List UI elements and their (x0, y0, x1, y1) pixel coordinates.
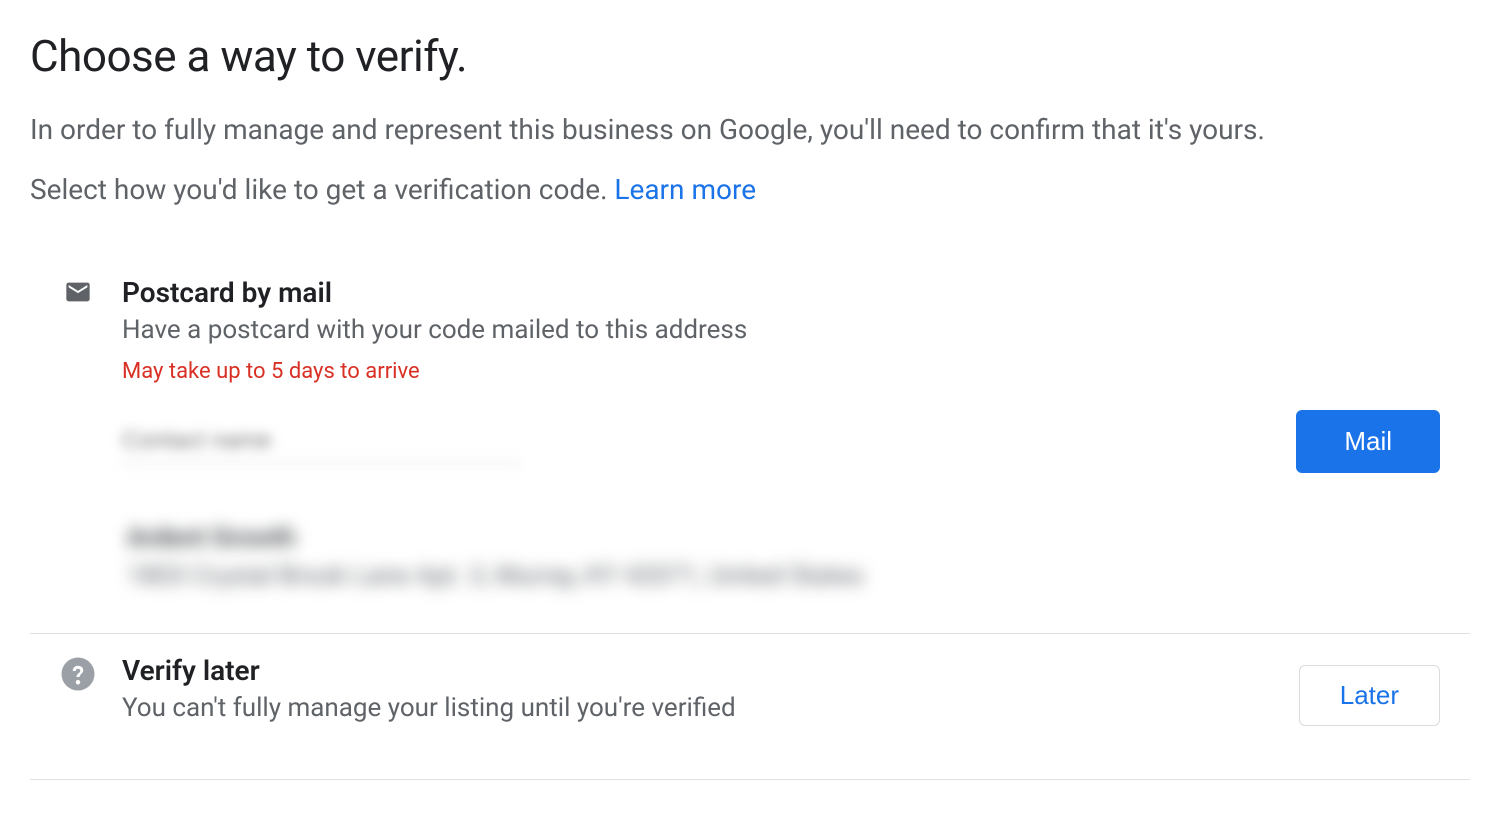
page-subtitle: In order to fully manage and represent t… (30, 110, 1470, 149)
address-block: Ardent Growth 1803 Crystal Brook Lane Ap… (127, 523, 1470, 591)
postcard-description: Have a postcard with your code mailed to… (122, 315, 1470, 345)
postcard-input-row: Mail (122, 410, 1470, 473)
instruction-label: Select how you'd like to get a verificat… (30, 173, 614, 206)
page-title: Choose a way to verify. (30, 30, 1470, 82)
postcard-option: Postcard by mail Have a postcard with yo… (30, 256, 1470, 611)
divider-bottom (30, 779, 1470, 780)
mail-icon (60, 278, 96, 314)
question-icon (60, 656, 96, 692)
mail-button[interactable]: Mail (1296, 410, 1440, 473)
later-button[interactable]: Later (1299, 665, 1440, 726)
later-description: You can't fully manage your listing unti… (122, 693, 1299, 723)
later-title: Verify later (122, 654, 1299, 687)
postcard-content: Postcard by mail Have a postcard with yo… (122, 276, 1470, 591)
postcard-warning: May take up to 5 days to arrive (122, 359, 1470, 384)
verify-later-option: Verify later You can't fully manage your… (30, 634, 1470, 757)
instruction-text: Select how you'd like to get a verificat… (30, 173, 1470, 206)
verify-container: Choose a way to verify. In order to full… (30, 30, 1470, 780)
later-content: Verify later You can't fully manage your… (122, 654, 1299, 737)
postcard-title: Postcard by mail (122, 276, 1470, 309)
learn-more-link[interactable]: Learn more (614, 173, 756, 206)
address-name: Ardent Growth (127, 523, 1470, 553)
contact-name-input[interactable] (122, 419, 522, 464)
address-line: 1803 Crystal Brook Lane Apt. 3, Murray, … (127, 561, 1470, 591)
